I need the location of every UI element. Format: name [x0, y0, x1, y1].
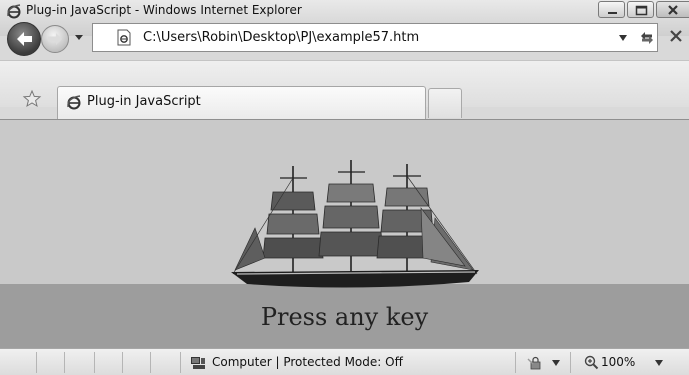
- security-icon[interactable]: [527, 355, 543, 371]
- forward-button[interactable]: [41, 25, 69, 53]
- address-url: C:\Users\Robin\Desktop\PJ\example57.htm: [143, 30, 420, 45]
- minimize-icon: [608, 12, 617, 14]
- status-separator: [64, 352, 65, 373]
- minimize-button[interactable]: [598, 1, 625, 18]
- page-content: Press any key: [0, 119, 689, 349]
- security-dropdown-icon[interactable]: [552, 360, 560, 366]
- back-arrow-icon: [17, 32, 32, 46]
- favorites-star-icon[interactable]: [22, 89, 42, 109]
- page-icon: [117, 29, 131, 46]
- new-tab-button[interactable]: [428, 88, 462, 118]
- sailing-ship-image: [231, 160, 479, 288]
- close-button[interactable]: [656, 1, 689, 18]
- status-separator: [180, 352, 181, 373]
- computer-icon: [191, 357, 205, 369]
- recent-pages-dropdown-icon[interactable]: [74, 32, 84, 42]
- status-separator: [570, 352, 571, 373]
- address-dropdown-icon[interactable]: [618, 34, 628, 42]
- tab-plug-in-javascript[interactable]: Plug-in JavaScript: [57, 86, 426, 119]
- press-any-key-prompt: Press any key: [260, 303, 429, 331]
- window-title: Plug-in JavaScript - Windows Internet Ex…: [26, 3, 302, 17]
- status-separator: [150, 352, 151, 373]
- status-separator: [515, 352, 516, 373]
- zoom-level[interactable]: 100%: [601, 355, 635, 369]
- forward-arrow-icon: [48, 33, 62, 45]
- ie-logo-icon: [67, 95, 81, 110]
- tab-label: Plug-in JavaScript: [87, 94, 201, 109]
- status-separator: [122, 352, 123, 373]
- refresh-icon[interactable]: [638, 29, 656, 47]
- ie-logo-icon: [6, 3, 22, 19]
- close-icon: [668, 5, 678, 15]
- zoom-dropdown-icon[interactable]: [655, 360, 663, 366]
- maximize-button[interactable]: [627, 1, 654, 18]
- stop-icon[interactable]: [668, 28, 684, 44]
- maximize-icon: [635, 5, 648, 16]
- zoom-icon[interactable]: [583, 354, 599, 370]
- status-separator: [94, 352, 95, 373]
- status-separator: [36, 352, 37, 373]
- security-zone-text[interactable]: Computer | Protected Mode: Off: [212, 355, 403, 369]
- back-button[interactable]: [7, 22, 41, 56]
- address-bar[interactable]: C:\Users\Robin\Desktop\PJ\example57.htm: [92, 23, 658, 52]
- status-bar: Computer | Protected Mode: Off 100%: [0, 348, 689, 375]
